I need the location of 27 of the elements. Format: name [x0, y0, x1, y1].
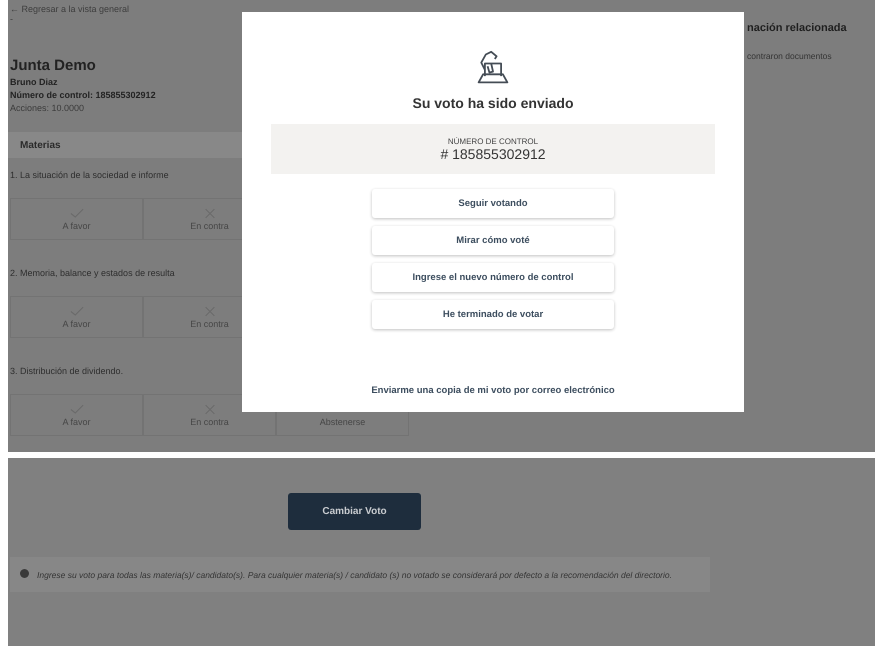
control-number-value: # 185855302912 [440, 146, 546, 162]
dialog-action-button[interactable]: Ingrese el nuevo número de control [372, 263, 614, 292]
agenda-item-text: 2. Memoria, balance y estados de resulta [10, 268, 176, 278]
vote-option[interactable]: A favor [10, 296, 143, 338]
notice-text: Ingrese su voto para todas las materia(s)/ candidato(s). Para cualquier materia(s) / candidato (s) no votado se considerará por defecto a la recomendación del directorio. [37, 569, 672, 582]
back-link[interactable]: ← Regresar a la vista general [8, 4, 130, 14]
related-heading: nación relacionada [747, 22, 847, 34]
control-number: Número de control: 185855302912 [9, 89, 156, 102]
dialog-title: Su voto ha sido enviado [412, 95, 574, 111]
dialog-action-button[interactable]: He terminado de votar [372, 300, 614, 329]
info-icon [20, 569, 29, 578]
holder-name: Bruno Diaz [9, 76, 58, 89]
vote-option[interactable]: A favor [10, 394, 143, 436]
meeting-title: Junta Demo [10, 57, 96, 74]
dialog-action-button[interactable]: Seguir votando [372, 189, 614, 218]
email-copy-link[interactable]: Enviarme una copia de mi voto por correo electrónico [371, 385, 615, 396]
dialog-action-button[interactable]: Mirar cómo voté [372, 226, 614, 255]
ballot-box-icon [475, 50, 511, 86]
section-title: Materias [20, 140, 61, 150]
change-vote-button[interactable]: Cambiar Voto [288, 493, 421, 530]
agenda-item-text: 1. La situación de la sociedad e informe [10, 170, 170, 180]
related-note: contraron documentos [747, 51, 832, 61]
separator-text: - [9, 14, 13, 24]
control-number-label: NÚMERO DE CONTROL [448, 136, 538, 146]
agenda-item-text: 3. Distribución de dividendo. [10, 366, 124, 376]
vote-option[interactable]: A favor [10, 198, 143, 240]
shares-text: Acciones: 10.0000 [9, 102, 84, 115]
